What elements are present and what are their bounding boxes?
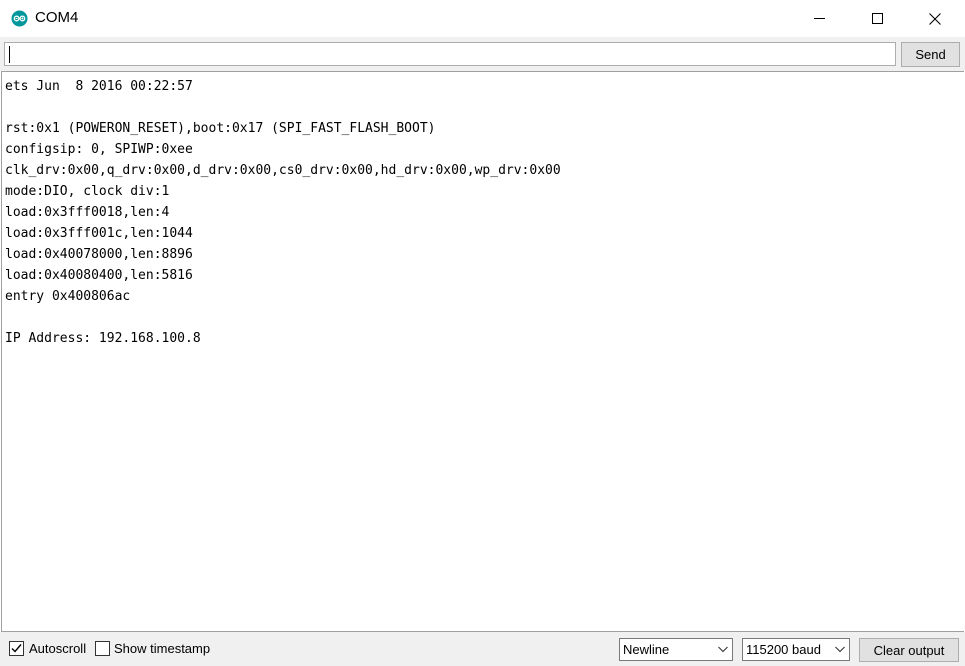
autoscroll-label: Autoscroll <box>29 641 87 656</box>
output-line: load:0x40078000,len:8896 <box>5 247 193 262</box>
autoscroll-checkbox[interactable] <box>9 641 24 656</box>
show-timestamp-checkbox[interactable] <box>95 641 110 656</box>
show-timestamp-label: Show timestamp <box>114 641 211 656</box>
output-line: configsip: 0, SPIWP:0xee <box>5 142 193 157</box>
output-line: clk_drv:0x00,q_drv:0x00,d_drv:0x00,cs0_d… <box>5 163 561 178</box>
serial-output[interactable]: ets Jun 8 2016 00:22:57 rst:0x1 (POWERON_… <box>1 71 964 632</box>
serial-input[interactable] <box>4 42 896 66</box>
line-ending-select[interactable]: Newline <box>619 638 733 661</box>
close-icon <box>929 12 941 25</box>
checkmark-icon <box>11 644 22 653</box>
close-button[interactable] <box>906 0 964 37</box>
window-title: COM4 <box>35 9 79 26</box>
maximize-icon <box>871 13 883 24</box>
send-button[interactable]: Send <box>901 42 960 67</box>
send-bar: Send <box>0 37 965 71</box>
output-line: entry 0x400806ac <box>5 289 131 304</box>
output-line: load:0x40080400,len:5816 <box>5 268 193 283</box>
baud-rate-select[interactable]: 115200 baud <box>742 638 850 661</box>
output-line: IP Address: 192.168.100.8 <box>5 331 201 346</box>
clear-output-button[interactable]: Clear output <box>859 638 959 662</box>
maximize-button[interactable] <box>848 0 906 37</box>
output-line: rst:0x1 (POWERON_RESET),boot:0x17 (SPI_F… <box>5 121 436 136</box>
text-caret <box>9 46 10 63</box>
chevron-down-icon <box>718 646 728 653</box>
output-line: ets Jun 8 2016 00:22:57 <box>5 79 193 94</box>
title-bar: COM4 <box>0 0 965 37</box>
status-bar: Autoscroll Show timestamp Newline 115200… <box>0 632 965 666</box>
chevron-down-icon <box>835 646 845 653</box>
baud-rate-value: 115200 baud <box>746 642 821 657</box>
output-line: mode:DIO, clock div:1 <box>5 184 170 199</box>
minimize-button[interactable] <box>790 0 848 37</box>
output-text: ets Jun 8 2016 00:22:57 rst:0x1 (POWERON_… <box>5 76 561 349</box>
minimize-icon <box>813 18 825 19</box>
output-line: load:0x3fff001c,len:1044 <box>5 226 193 241</box>
line-ending-value: Newline <box>623 642 670 657</box>
output-line: load:0x3fff0018,len:4 <box>5 205 170 220</box>
arduino-logo-icon <box>11 10 28 27</box>
